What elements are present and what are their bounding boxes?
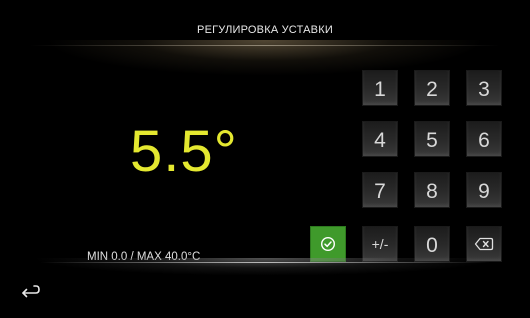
back-button[interactable] xyxy=(18,282,42,304)
key-2[interactable]: 2 xyxy=(414,70,450,106)
page-title: РЕГУЛИРОВКА УСТАВКИ xyxy=(197,24,333,36)
footer-glow xyxy=(0,258,530,298)
setpoint-value: 5.5° xyxy=(130,119,238,184)
backspace-button[interactable] xyxy=(466,226,502,262)
header-glow xyxy=(0,40,530,120)
key-0[interactable]: 0 xyxy=(414,226,450,262)
setpoint-screen: РЕГУЛИРОВКА УСТАВКИ 5.5° MIN 0.0 / MAX 4… xyxy=(0,0,530,318)
key-4[interactable]: 4 xyxy=(362,121,398,157)
key-7[interactable]: 7 xyxy=(362,172,398,208)
header-divider xyxy=(30,45,500,46)
footer-divider xyxy=(40,262,490,263)
check-circle-icon xyxy=(320,236,336,252)
key-6[interactable]: 6 xyxy=(466,121,502,157)
key-9[interactable]: 9 xyxy=(466,172,502,208)
key-1[interactable]: 1 xyxy=(362,70,398,106)
confirm-button[interactable] xyxy=(310,226,346,262)
backspace-icon xyxy=(474,237,494,251)
key-5[interactable]: 5 xyxy=(414,121,450,157)
key-sign[interactable]: +/- xyxy=(362,226,398,262)
key-3[interactable]: 3 xyxy=(466,70,502,106)
key-8[interactable]: 8 xyxy=(414,172,450,208)
back-arrow-icon xyxy=(22,285,40,298)
